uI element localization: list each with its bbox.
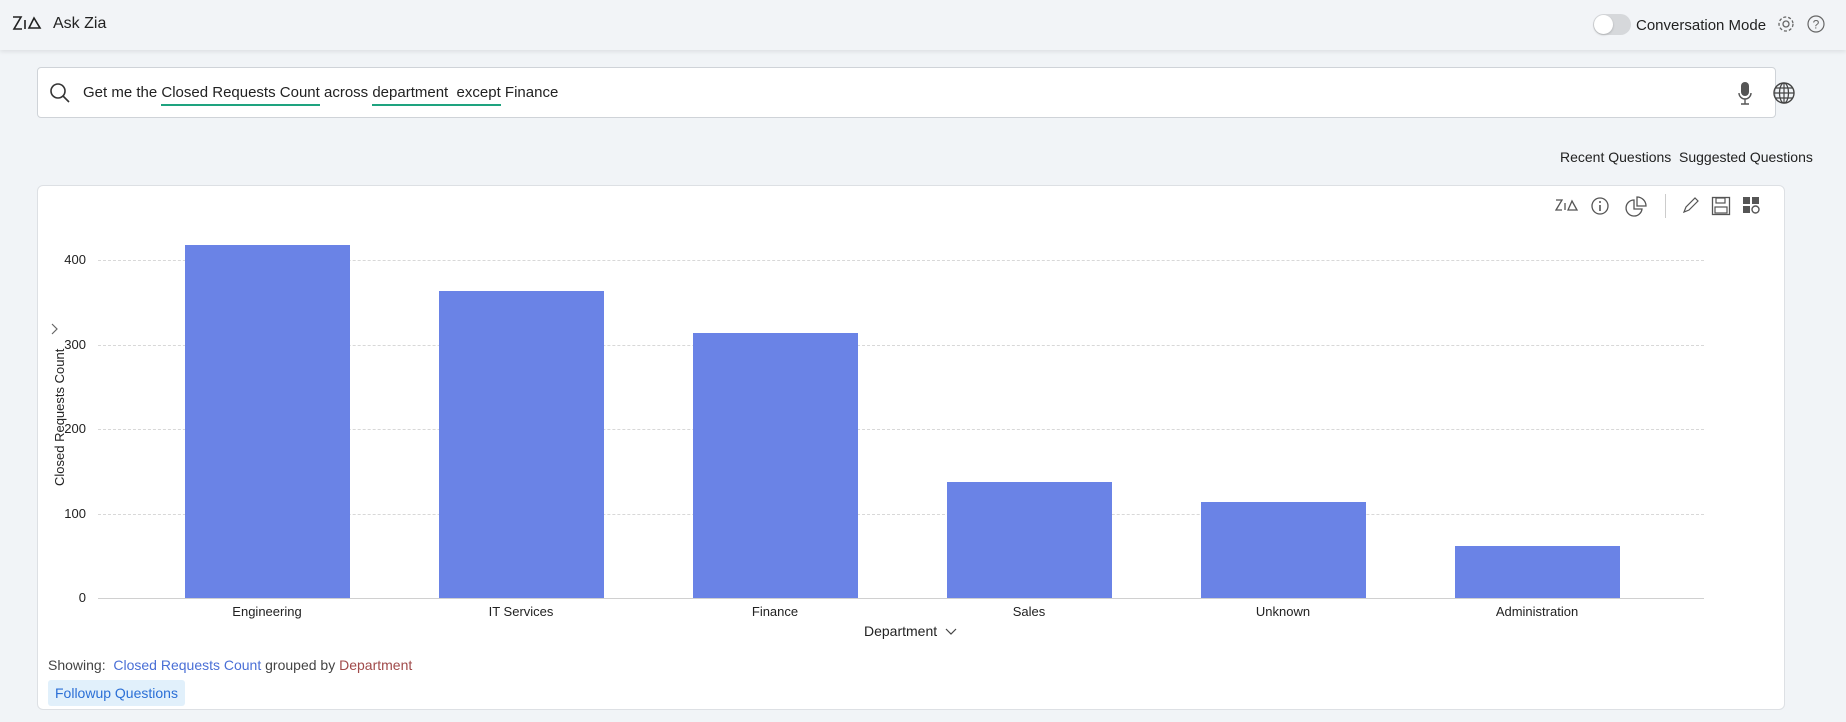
bar-it-services[interactable] bbox=[439, 290, 604, 598]
bar-engineering[interactable] bbox=[185, 245, 350, 598]
bar-sales[interactable] bbox=[947, 481, 1112, 598]
y-axis-label[interactable]: Closed Requests Count bbox=[52, 349, 67, 486]
add-to-dashboard-icon[interactable] bbox=[1742, 196, 1760, 214]
zia-logo-icon bbox=[12, 16, 42, 30]
save-icon[interactable] bbox=[1711, 196, 1731, 216]
x-axis-label-text: Department bbox=[864, 623, 938, 639]
showing-summary: Showing: Closed Requests Count grouped b… bbox=[48, 657, 412, 673]
info-icon[interactable] bbox=[1590, 196, 1610, 216]
chevron-down-icon bbox=[945, 628, 957, 635]
grouped-by-text: grouped by bbox=[265, 657, 336, 673]
y-tick-label: 0 bbox=[78, 590, 86, 605]
edit-icon[interactable] bbox=[1682, 196, 1700, 214]
x-tick-label: IT Services bbox=[488, 604, 554, 619]
x-tick-label: Engineering bbox=[232, 604, 302, 619]
query-text[interactable]: Get me the Closed Requests Count across … bbox=[83, 84, 559, 106]
chevron-right-icon[interactable] bbox=[51, 323, 59, 335]
x-tick-label: Administration bbox=[1495, 604, 1579, 619]
chart-card: 0 100 200 300 400 Engineering IT Services Finan… bbox=[37, 185, 1785, 710]
gear-icon[interactable] bbox=[1776, 14, 1796, 34]
query-measure-token: Closed Requests Count bbox=[161, 84, 320, 106]
y-tick-label: 100 bbox=[64, 505, 86, 521]
microphone-icon[interactable] bbox=[1737, 81, 1753, 107]
conversation-mode-toggle[interactable] bbox=[1593, 14, 1631, 35]
bar-unknown[interactable] bbox=[1201, 501, 1366, 598]
search-icon bbox=[50, 83, 70, 103]
x-axis-line bbox=[98, 598, 1704, 599]
query-part: Get me the bbox=[83, 84, 162, 101]
app-header: Ask Zia Conversation Mode ? bbox=[0, 0, 1846, 50]
followup-questions-button[interactable]: Followup Questions bbox=[48, 680, 185, 706]
query-part: across bbox=[319, 84, 373, 101]
zia-insights-icon[interactable] bbox=[1555, 196, 1579, 214]
query-part: Finance bbox=[500, 84, 559, 101]
suggested-questions-link[interactable]: Suggested Questions bbox=[1679, 149, 1813, 165]
recent-questions-link[interactable]: Recent Questions bbox=[1560, 149, 1671, 165]
x-tick-label: Unknown bbox=[1255, 604, 1311, 619]
x-tick-label: Sales bbox=[1012, 604, 1046, 619]
app-title: Ask Zia bbox=[53, 15, 107, 32]
help-icon[interactable]: ? bbox=[1806, 14, 1826, 34]
query-dimension-token: department except bbox=[372, 84, 501, 106]
toolbar-divider bbox=[1665, 194, 1666, 218]
chart-type-icon[interactable] bbox=[1625, 196, 1647, 218]
bar-administration[interactable] bbox=[1455, 545, 1620, 598]
x-axis-label[interactable]: Department bbox=[864, 623, 957, 639]
showing-label: Showing: bbox=[48, 657, 106, 673]
svg-text:?: ? bbox=[1813, 18, 1820, 32]
y-tick-label: 400 bbox=[64, 252, 86, 268]
measure-link[interactable]: Closed Requests Count bbox=[113, 657, 261, 673]
conversation-mode-label: Conversation Mode bbox=[1636, 17, 1767, 34]
globe-icon[interactable] bbox=[1772, 81, 1796, 105]
dimension-link[interactable]: Department bbox=[339, 657, 412, 673]
search-input[interactable]: Get me the Closed Requests Count across … bbox=[37, 67, 1795, 118]
bar-finance[interactable] bbox=[693, 332, 858, 598]
x-tick-label: Finance bbox=[751, 604, 799, 619]
